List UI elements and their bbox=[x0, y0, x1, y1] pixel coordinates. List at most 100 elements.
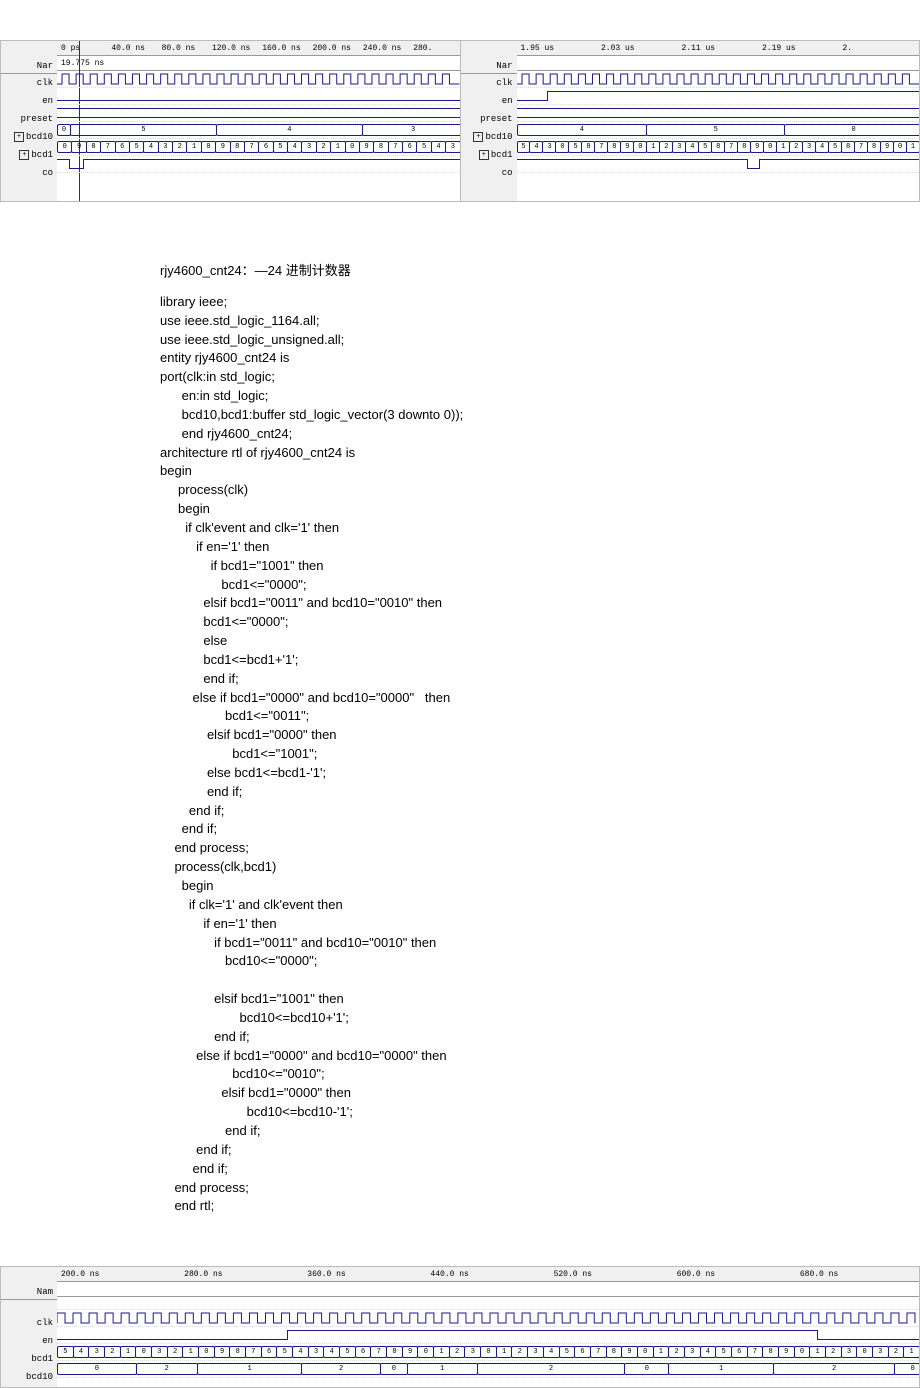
cursor-time bbox=[57, 1282, 919, 1297]
bus-value: 3 bbox=[684, 1346, 701, 1358]
bus-value: 9 bbox=[359, 141, 374, 153]
sig-clk[interactable]: clk bbox=[1, 1314, 57, 1332]
bus-value: 0 bbox=[480, 1346, 497, 1358]
bus-value: 1 bbox=[903, 1346, 919, 1358]
bus-value: 5 bbox=[339, 1346, 356, 1358]
bus-value: 3 bbox=[88, 1346, 105, 1358]
bus-value: 4 bbox=[685, 141, 699, 153]
expand-icon[interactable]: + bbox=[14, 132, 24, 142]
bus-value: 8 bbox=[607, 141, 621, 153]
bus-value: 7 bbox=[370, 1346, 387, 1358]
bus-value: 1 bbox=[809, 1346, 826, 1358]
bus-value: 4 bbox=[323, 1346, 340, 1358]
sig-preset[interactable]: preset bbox=[1, 110, 57, 128]
bus-value: 0 bbox=[763, 141, 777, 153]
bus-value: 4 bbox=[431, 141, 446, 153]
track-clk bbox=[57, 1310, 919, 1327]
bus-value: 2 bbox=[773, 1363, 896, 1375]
bus-value: 8 bbox=[737, 141, 751, 153]
bus-value: 8 bbox=[606, 1346, 623, 1358]
wave-area[interactable]: 1.95 us 2.03 us 2.11 us 2.19 us 2. bbox=[517, 41, 920, 201]
signal-names-col: Nar clk en preset +bcd10 +bcd1 co bbox=[461, 41, 518, 201]
waveform-bottom-full: Nam clk en bcd1 bcd10 200.0 ns 280.0 ns … bbox=[1, 1267, 919, 1387]
sig-co[interactable]: co bbox=[461, 164, 517, 182]
bus-value: 6 bbox=[261, 1346, 278, 1358]
bus-value: 5 bbox=[517, 141, 531, 153]
sig-co[interactable]: co bbox=[1, 164, 57, 182]
sig-bcd10[interactable]: +bcd10 bbox=[461, 128, 517, 146]
bus-value: 1 bbox=[906, 141, 919, 153]
bus-value: 2 bbox=[789, 141, 803, 153]
sig-bcd10[interactable]: +bcd10 bbox=[1, 128, 57, 146]
bus-value: 7 bbox=[747, 1346, 764, 1358]
bus-value: 9 bbox=[214, 1346, 231, 1358]
expand-icon[interactable]: + bbox=[19, 150, 29, 160]
bus-value: 9 bbox=[778, 1346, 795, 1358]
bus-value: 0 bbox=[856, 1346, 873, 1358]
bus-value: 3 bbox=[301, 141, 316, 153]
sig-bcd10[interactable]: bcd10 bbox=[1, 1368, 57, 1386]
bus-value: 3 bbox=[527, 1346, 544, 1358]
bus-value: 8 bbox=[762, 1346, 779, 1358]
bus-value: 5 bbox=[698, 141, 712, 153]
bus-value: 6 bbox=[574, 1346, 591, 1358]
bus-value: 0 bbox=[135, 1346, 152, 1358]
bus-value: 5 bbox=[57, 1346, 74, 1358]
sig-preset[interactable]: preset bbox=[461, 110, 517, 128]
sig-bcd1[interactable]: +bcd1 bbox=[1, 146, 57, 164]
track-en bbox=[57, 88, 460, 105]
time-ruler: 200.0 ns 280.0 ns 360.0 ns 440.0 ns 520.… bbox=[57, 1267, 919, 1282]
bus-value: 3 bbox=[464, 1346, 481, 1358]
sig-en[interactable]: en bbox=[1, 92, 57, 110]
sig-en[interactable]: en bbox=[461, 92, 517, 110]
bus-value: 4 bbox=[815, 141, 829, 153]
sig-en[interactable]: en bbox=[1, 1332, 57, 1350]
bus-value: 5 bbox=[568, 141, 582, 153]
bus-value: 1 bbox=[182, 1346, 199, 1358]
bus-value: 2 bbox=[888, 1346, 905, 1358]
bus-value: 9 bbox=[621, 1346, 638, 1358]
bus-value: 8 bbox=[386, 1346, 403, 1358]
sig-bcd1[interactable]: bcd1 bbox=[1, 1350, 57, 1368]
bus-value: 8 bbox=[841, 141, 855, 153]
bus-value: 3 bbox=[445, 141, 460, 153]
bus-value: 2 bbox=[136, 1363, 198, 1375]
bus-value: 4 bbox=[287, 141, 302, 153]
expand-icon[interactable]: + bbox=[473, 132, 483, 142]
bus-value: 8 bbox=[229, 1346, 246, 1358]
bus-value: 0 bbox=[57, 1363, 137, 1375]
bus-value: 4 bbox=[517, 124, 648, 136]
bus-value: 3 bbox=[841, 1346, 858, 1358]
bus-value: 0 bbox=[893, 141, 907, 153]
bus-value: 6 bbox=[731, 1346, 748, 1358]
bus-value: 0 bbox=[794, 1346, 811, 1358]
bus-value: 0 bbox=[201, 141, 216, 153]
bus-value: 9 bbox=[402, 1346, 419, 1358]
bus-value: 5 bbox=[416, 141, 431, 153]
time-ruler: 0 ps 40.0 ns 80.0 ns 120.0 ns 160.0 ns 2… bbox=[57, 41, 460, 56]
wave-area[interactable]: 0 ps 40.0 ns 80.0 ns 120.0 ns 160.0 ns 2… bbox=[57, 41, 460, 201]
bus-value: 5 bbox=[273, 141, 288, 153]
bus-value: 3 bbox=[872, 1346, 889, 1358]
bus-value: 2 bbox=[449, 1346, 466, 1358]
wave-area[interactable]: 200.0 ns 280.0 ns 360.0 ns 440.0 ns 520.… bbox=[57, 1267, 919, 1387]
sig-bcd1[interactable]: +bcd1 bbox=[461, 146, 517, 164]
bus-value: 1 bbox=[330, 141, 345, 153]
bus-value: 3 bbox=[802, 141, 816, 153]
bus-value: 0 bbox=[624, 1363, 669, 1375]
bus-value: 6 bbox=[402, 141, 417, 153]
track-bcd10: 0543 bbox=[57, 122, 460, 139]
sig-clk[interactable]: clk bbox=[1, 74, 57, 92]
bus-value: 5 bbox=[276, 1346, 293, 1358]
bus-value: 7 bbox=[594, 141, 608, 153]
sig-clk[interactable]: clk bbox=[461, 74, 517, 92]
bus-value: 8 bbox=[373, 141, 388, 153]
bus-value: 5 bbox=[828, 141, 842, 153]
waveform-top-left: Nar clk en preset +bcd10 +bcd1 co 0 ps 4… bbox=[1, 41, 461, 201]
expand-icon[interactable]: + bbox=[479, 150, 489, 160]
bus-value: 0 bbox=[57, 124, 71, 136]
track-co bbox=[57, 156, 460, 173]
bus-value: 0 bbox=[417, 1346, 434, 1358]
bus-value: 7 bbox=[590, 1346, 607, 1358]
bus-value: 0 bbox=[198, 1346, 215, 1358]
